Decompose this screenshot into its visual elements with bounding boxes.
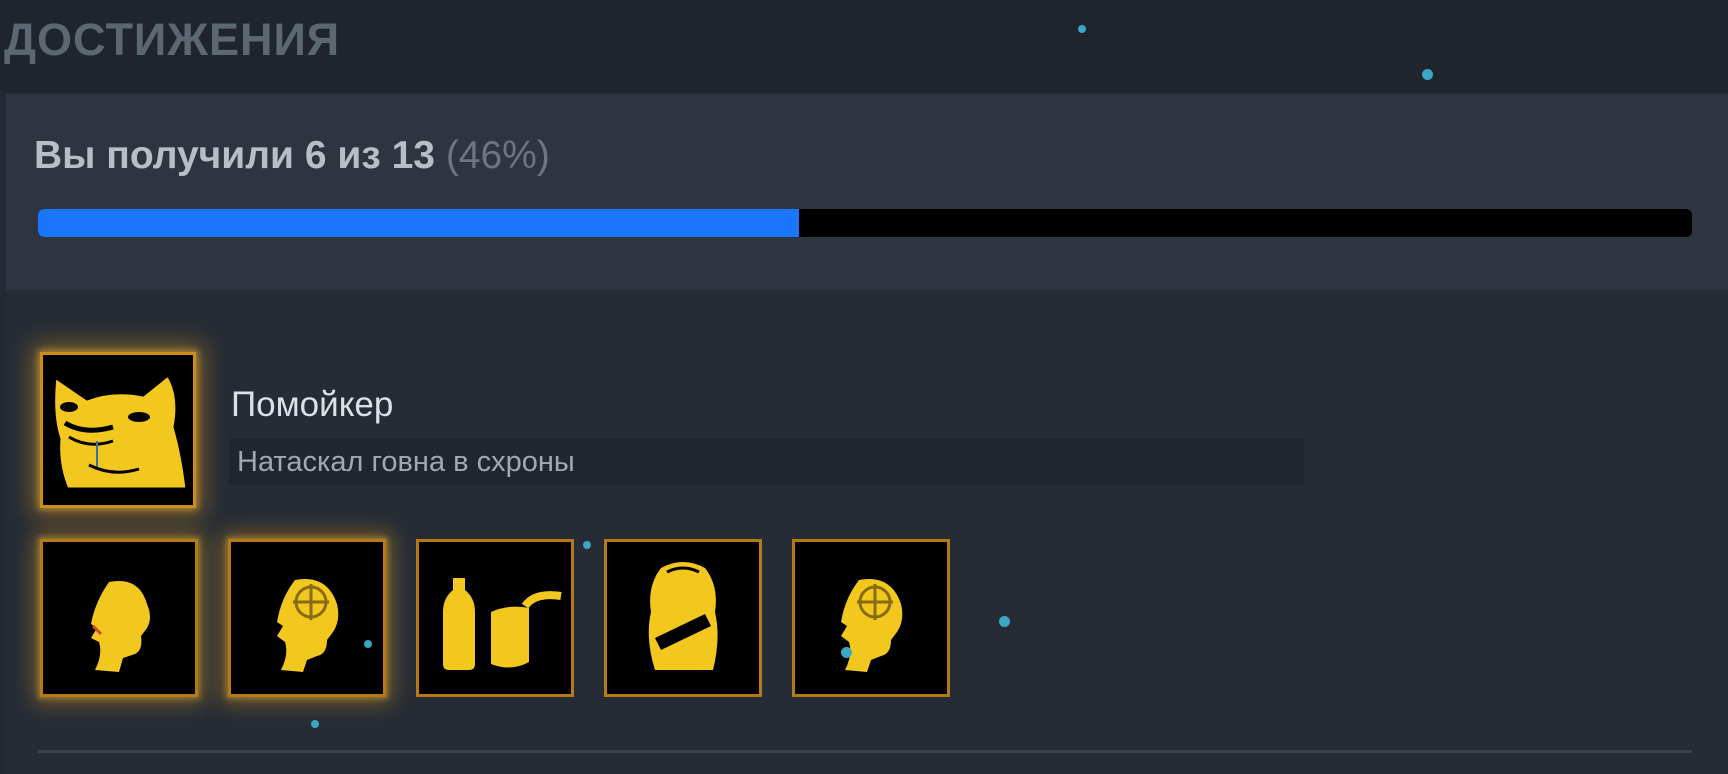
bottle-and-can-icon (443, 578, 562, 670)
particle-dot (311, 720, 319, 728)
progress-panel (6, 94, 1728, 290)
head-crosshair-icon (841, 579, 903, 672)
head-profile-icon (91, 580, 150, 672)
progress-percent-text: (46%) (445, 134, 550, 177)
featured-achievement-title: Помойкер (231, 385, 394, 424)
section-title: ДОСТИЖЕНИЯ (4, 14, 341, 65)
achievement-badge-4[interactable] (604, 539, 762, 697)
section-divider (38, 750, 1692, 753)
achievement-badge-1[interactable] (40, 539, 198, 697)
particle-dot (364, 640, 372, 648)
head-crosshair-icon (277, 579, 339, 672)
achievements-list-panel (6, 290, 1728, 774)
achievement-badge-3[interactable] (416, 539, 574, 697)
achievement-badge-2[interactable] (228, 539, 386, 697)
featured-achievement-icon[interactable] (40, 352, 196, 508)
progress-bar (38, 209, 1692, 237)
particle-dot (1422, 69, 1433, 80)
featured-achievement-description: Натаскал говна в схроны (237, 446, 575, 478)
progress-summary: Вы получили 6 из 13 (46%) (34, 134, 550, 178)
backpack-icon (648, 562, 718, 670)
particle-dot (841, 647, 852, 658)
progress-count-text: Вы получили 6 из 13 (34, 134, 435, 177)
particle-dot (1078, 25, 1086, 33)
particle-dot (583, 541, 591, 549)
achievement-badge-5[interactable] (792, 539, 950, 697)
particle-dot (999, 616, 1010, 627)
gold-cat-meme-icon (52, 372, 189, 491)
progress-bar-fill (38, 209, 799, 237)
